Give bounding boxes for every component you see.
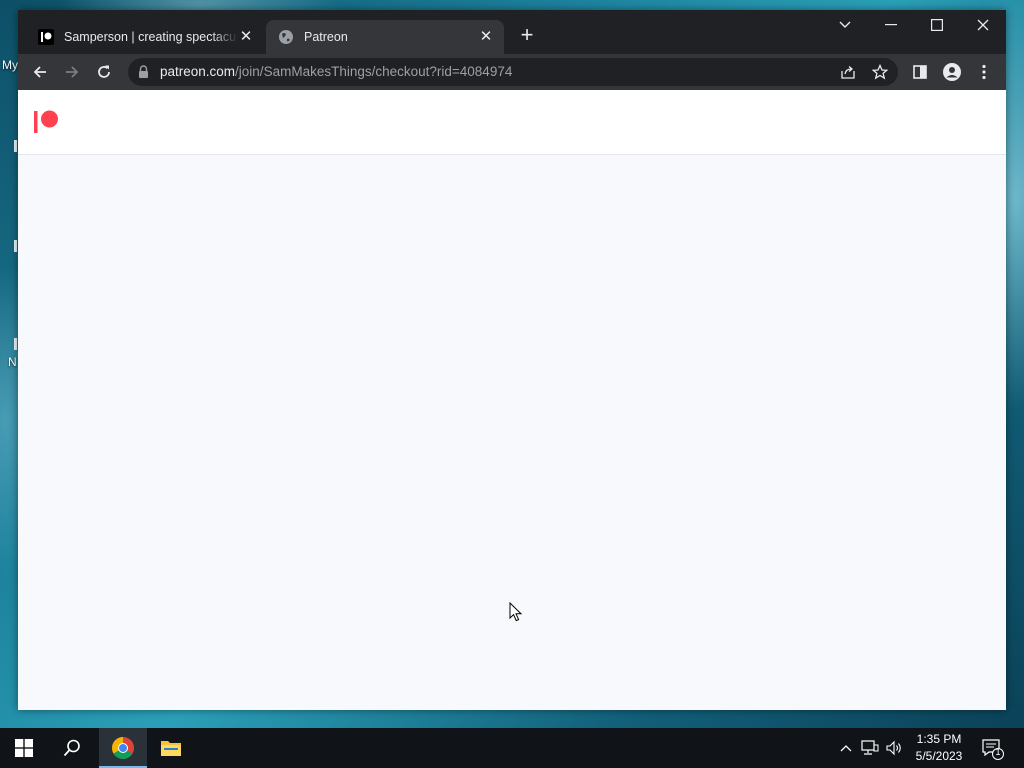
page-body bbox=[18, 155, 1006, 710]
search-button[interactable] bbox=[48, 728, 96, 768]
folder-icon bbox=[161, 741, 181, 756]
desktop-icon-edge bbox=[14, 140, 17, 152]
show-hidden-icons-icon[interactable] bbox=[836, 738, 856, 758]
volume-icon[interactable] bbox=[884, 738, 904, 758]
lock-icon[interactable] bbox=[138, 65, 149, 84]
page-header bbox=[18, 90, 1006, 155]
minimize-button[interactable] bbox=[868, 10, 914, 40]
side-panel-icon[interactable] bbox=[906, 58, 934, 86]
taskbar-chrome[interactable] bbox=[99, 728, 147, 768]
patreon-icon bbox=[38, 29, 54, 45]
reload-button[interactable] bbox=[90, 58, 118, 86]
tab-title: Samperson | creating spectacular bbox=[64, 30, 238, 44]
mouse-cursor-icon bbox=[509, 602, 523, 622]
new-tab-button[interactable]: + bbox=[516, 24, 538, 47]
close-tab-icon[interactable]: ✕ bbox=[478, 29, 494, 45]
bookmark-star-icon[interactable] bbox=[870, 62, 890, 82]
patreon-logo[interactable] bbox=[34, 110, 60, 136]
share-icon[interactable] bbox=[838, 62, 858, 82]
menu-icon[interactable] bbox=[970, 58, 998, 86]
url-host: patreon.com bbox=[160, 64, 236, 79]
url-path: /join/SamMakesThings/checkout?rid=408497… bbox=[235, 64, 513, 79]
url-text[interactable]: patreon.com/join/SamMakesThings/checkout… bbox=[160, 58, 512, 86]
title-bar: Samperson | creating spectacular ✕ Patre… bbox=[18, 10, 1006, 54]
desktop-icon-edge bbox=[14, 240, 17, 252]
system-clock[interactable]: 1:35 PM 5/5/2023 bbox=[906, 731, 972, 765]
profile-icon[interactable] bbox=[938, 58, 966, 86]
close-tab-icon[interactable]: ✕ bbox=[238, 29, 254, 45]
back-button[interactable] bbox=[26, 58, 54, 86]
address-bar[interactable]: patreon.com/join/SamMakesThings/checkout… bbox=[128, 58, 898, 86]
chrome-icon bbox=[112, 737, 134, 759]
globe-icon bbox=[278, 29, 294, 45]
clock-time: 1:35 PM bbox=[916, 732, 962, 746]
desktop-icon-edge bbox=[14, 338, 17, 350]
search-icon bbox=[63, 739, 80, 757]
clock-date: 5/5/2023 bbox=[915, 749, 963, 763]
close-window-button[interactable] bbox=[960, 10, 1006, 40]
browser-toolbar: patreon.com/join/SamMakesThings/checkout… bbox=[18, 54, 1006, 90]
tab-samperson[interactable]: Samperson | creating spectacular ✕ bbox=[26, 20, 264, 54]
desktop-icon-label[interactable]: N bbox=[8, 355, 17, 369]
tab-patreon[interactable]: Patreon ✕ bbox=[266, 20, 504, 54]
taskbar-file-explorer[interactable] bbox=[147, 728, 195, 768]
action-center-button[interactable]: 1 bbox=[980, 736, 1004, 760]
desktop-icon-label[interactable]: My bbox=[2, 58, 18, 72]
maximize-button[interactable] bbox=[914, 10, 960, 40]
taskbar: 1:35 PM 5/5/2023 1 bbox=[0, 728, 1024, 768]
network-icon[interactable] bbox=[860, 738, 880, 758]
tab-search-icon[interactable] bbox=[822, 10, 868, 40]
forward-button[interactable] bbox=[58, 58, 86, 86]
start-button[interactable] bbox=[0, 728, 48, 768]
tab-title: Patreon bbox=[304, 30, 348, 44]
notification-count: 1 bbox=[995, 747, 1001, 757]
windows-icon bbox=[15, 739, 33, 757]
